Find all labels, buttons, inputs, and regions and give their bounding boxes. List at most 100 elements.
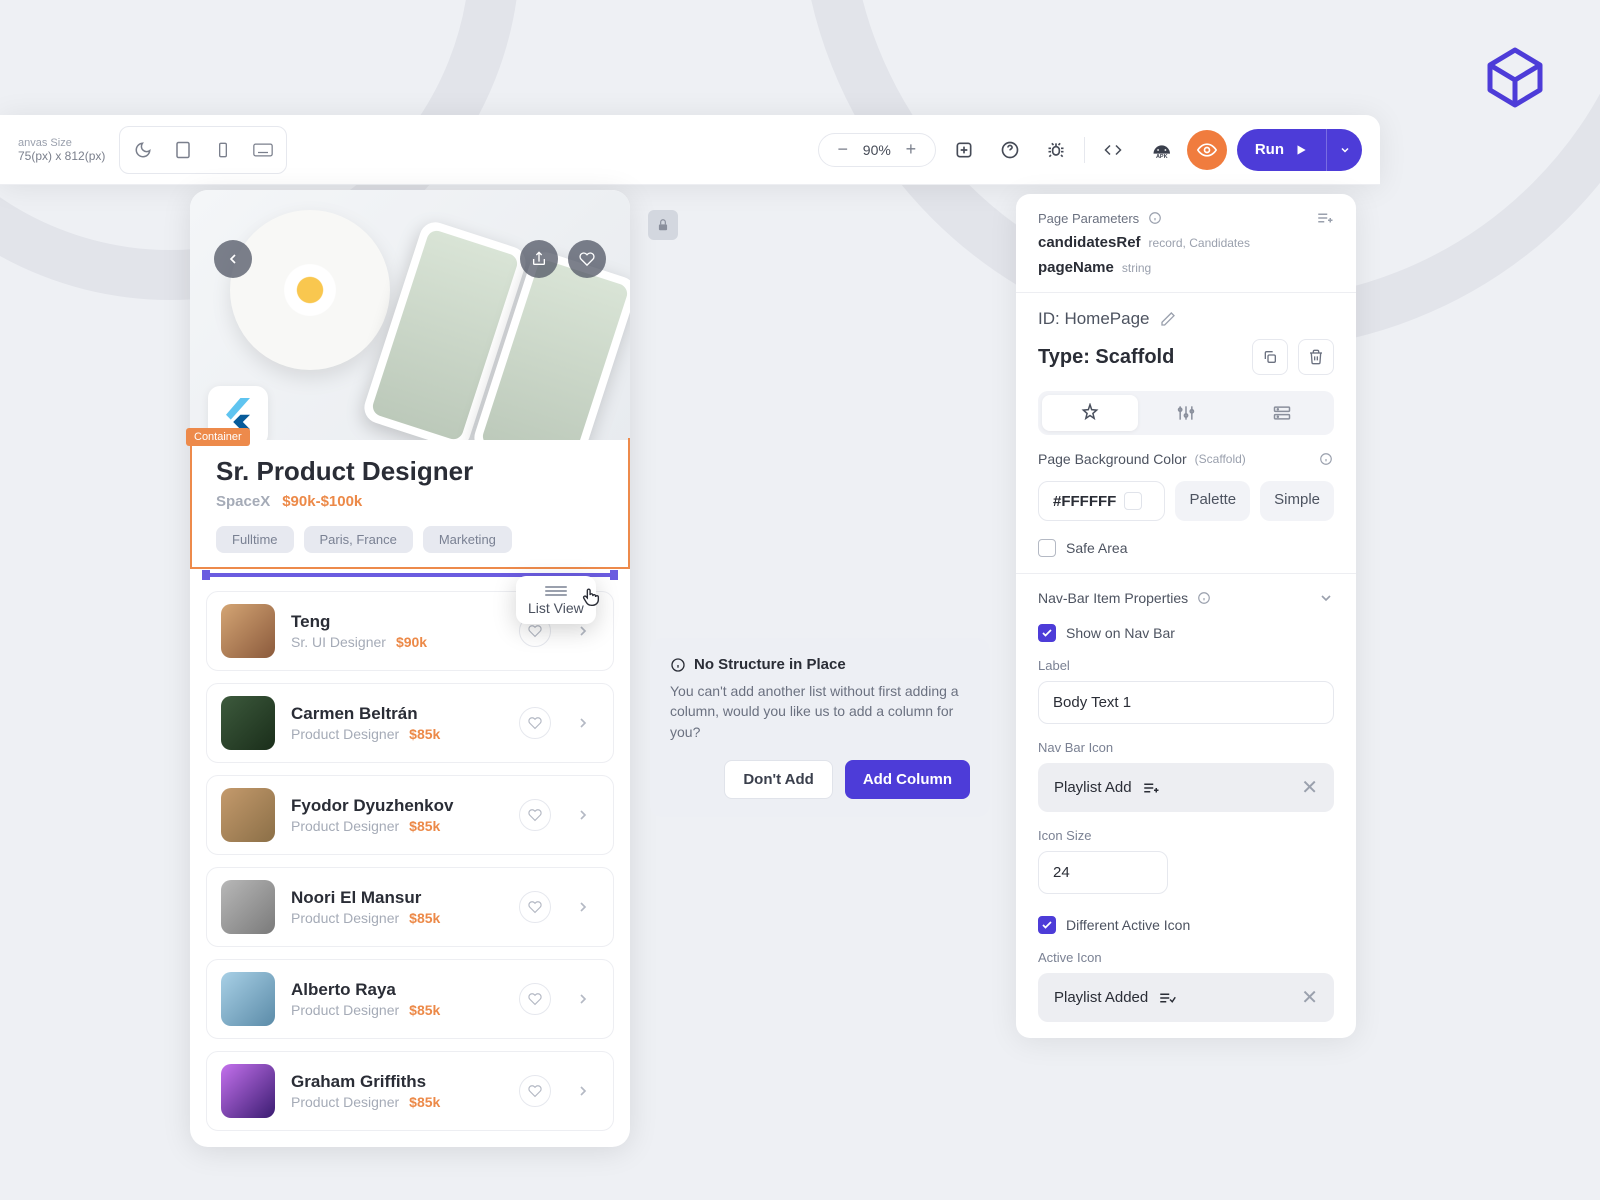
- canvas-area: Container Sr. Product Designer SpaceX $9…: [190, 190, 630, 1147]
- chevron-right-icon[interactable]: [567, 1075, 599, 1107]
- active-icon-title: Active Icon: [1038, 950, 1334, 965]
- code-icon[interactable]: [1095, 132, 1131, 168]
- candidate-card[interactable]: Alberto RayaProduct Designer$85k: [206, 959, 614, 1039]
- playlist-add-icon: [1142, 781, 1160, 795]
- drag-handle-icon: [545, 586, 567, 596]
- edit-icon[interactable]: [1160, 311, 1176, 327]
- favorite-icon[interactable]: [519, 891, 551, 923]
- chevron-right-icon[interactable]: [567, 983, 599, 1015]
- zoom-out-button[interactable]: −: [833, 140, 853, 160]
- info-icon[interactable]: [1196, 590, 1212, 606]
- avatar: [221, 972, 275, 1026]
- favorite-icon[interactable]: [519, 707, 551, 739]
- listview-drag-tooltip[interactable]: List View: [516, 576, 596, 624]
- panel-tabs: [1038, 391, 1334, 435]
- safe-area-checkbox[interactable]: [1038, 539, 1056, 557]
- icon-size-input[interactable]: [1038, 851, 1168, 894]
- favorite-icon[interactable]: [519, 983, 551, 1015]
- run-button-group: Run: [1237, 129, 1362, 171]
- toolbar: anvas Size 75(px) x 812(px) − 90% + APK: [0, 115, 1380, 185]
- clear-icon[interactable]: ✕: [1301, 775, 1318, 800]
- avatar: [221, 604, 275, 658]
- export-icon[interactable]: [946, 132, 982, 168]
- zoom-in-button[interactable]: +: [901, 140, 921, 160]
- parameter-row[interactable]: candidatesRef record, Candidates: [1038, 234, 1334, 251]
- info-icon[interactable]: [1147, 210, 1163, 226]
- candidate-card[interactable]: Carmen BeltránProduct Designer$85k: [206, 683, 614, 763]
- label-field-title: Label: [1038, 658, 1334, 673]
- dark-mode-icon[interactable]: [124, 131, 162, 169]
- navbar-section-title: Nav-Bar Item Properties: [1038, 590, 1188, 606]
- preview-button[interactable]: [1187, 130, 1227, 170]
- job-tag: Paris, France: [304, 526, 413, 553]
- company-name: SpaceX: [216, 493, 270, 510]
- back-icon[interactable]: [214, 240, 252, 278]
- favorite-icon[interactable]: [519, 1075, 551, 1107]
- chevron-down-icon[interactable]: [1318, 590, 1334, 606]
- navicon-field-title: Nav Bar Icon: [1038, 740, 1334, 755]
- candidate-card[interactable]: Fyodor DyuzhenkovProduct Designer$85k: [206, 775, 614, 855]
- salary-range: $90k-$100k: [282, 493, 362, 510]
- app-window: anvas Size 75(px) x 812(px) − 90% + APK: [0, 115, 1380, 185]
- zoom-control: − 90% +: [818, 133, 936, 167]
- chevron-right-icon[interactable]: [567, 891, 599, 923]
- help-icon[interactable]: [992, 132, 1028, 168]
- job-header-container[interactable]: Sr. Product Designer SpaceX $90k-$100k F…: [190, 438, 630, 569]
- active-icon-picker[interactable]: Playlist Added ✕: [1038, 973, 1334, 1022]
- avatar: [221, 788, 275, 842]
- cursor-hand-icon: [580, 586, 602, 608]
- avatar: [221, 880, 275, 934]
- heart-icon[interactable]: [568, 240, 606, 278]
- different-active-icon-checkbox[interactable]: [1038, 916, 1056, 934]
- apk-icon[interactable]: APK: [1141, 132, 1177, 168]
- delete-icon[interactable]: [1298, 339, 1334, 375]
- keyboard-icon[interactable]: [244, 131, 282, 169]
- lock-icon[interactable]: [648, 210, 678, 240]
- candidate-card[interactable]: Graham GriffithsProduct Designer$85k: [206, 1051, 614, 1131]
- show-navbar-checkbox[interactable]: [1038, 624, 1056, 642]
- tab-settings[interactable]: [1138, 395, 1234, 431]
- svg-text:APK: APK: [1156, 154, 1168, 160]
- bug-icon[interactable]: [1038, 132, 1074, 168]
- tablet-icon[interactable]: [164, 131, 202, 169]
- chevron-right-icon[interactable]: [567, 707, 599, 739]
- tab-data[interactable]: [1234, 395, 1330, 431]
- bg-color-label: Page Background Color: [1038, 451, 1187, 467]
- phone-icon[interactable]: [204, 131, 242, 169]
- clear-icon[interactable]: ✕: [1301, 985, 1318, 1010]
- phone-preview[interactable]: Container Sr. Product Designer SpaceX $9…: [190, 190, 630, 1147]
- color-swatch: [1124, 492, 1142, 510]
- job-tag: Fulltime: [216, 526, 294, 553]
- parameter-row[interactable]: pageName string: [1038, 259, 1334, 276]
- candidate-card[interactable]: Noori El MansurProduct Designer$85k: [206, 867, 614, 947]
- brand-logo: [1470, 30, 1560, 120]
- page-type: Type: Scaffold: [1038, 346, 1174, 369]
- dialog-body: You can't add another list without first…: [670, 681, 970, 742]
- zoom-value: 90%: [863, 142, 891, 158]
- candidate-list: TengSr. UI Designer$90k Carmen BeltránPr…: [190, 581, 630, 1147]
- palette-button[interactable]: Palette: [1175, 481, 1250, 521]
- favorite-icon[interactable]: [519, 799, 551, 831]
- run-button[interactable]: Run: [1237, 141, 1326, 158]
- icon-size-title: Icon Size: [1038, 828, 1334, 843]
- info-icon[interactable]: [1318, 451, 1334, 467]
- simple-button[interactable]: Simple: [1260, 481, 1334, 521]
- properties-panel: Page Parameters candidatesRef record, Ca…: [1016, 194, 1356, 1038]
- dont-add-button[interactable]: Don't Add: [724, 760, 833, 799]
- navbar-icon-picker[interactable]: Playlist Add ✕: [1038, 763, 1334, 812]
- add-column-button[interactable]: Add Column: [845, 760, 970, 799]
- share-icon[interactable]: [520, 240, 558, 278]
- job-tags: Fulltime Paris, France Marketing: [216, 526, 604, 553]
- add-parameter-icon[interactable]: [1316, 211, 1334, 225]
- container-tag: Container: [186, 428, 250, 446]
- color-hex-input[interactable]: #FFFFFF: [1038, 481, 1165, 521]
- device-buttons: [119, 126, 287, 174]
- avatar: [221, 696, 275, 750]
- run-dropdown-button[interactable]: [1326, 129, 1362, 171]
- chevron-right-icon[interactable]: [567, 799, 599, 831]
- copy-icon[interactable]: [1252, 339, 1288, 375]
- label-input[interactable]: [1038, 681, 1334, 724]
- hero-image: [190, 190, 630, 440]
- page-id: ID: HomePage: [1038, 309, 1150, 329]
- tab-style[interactable]: [1042, 395, 1138, 431]
